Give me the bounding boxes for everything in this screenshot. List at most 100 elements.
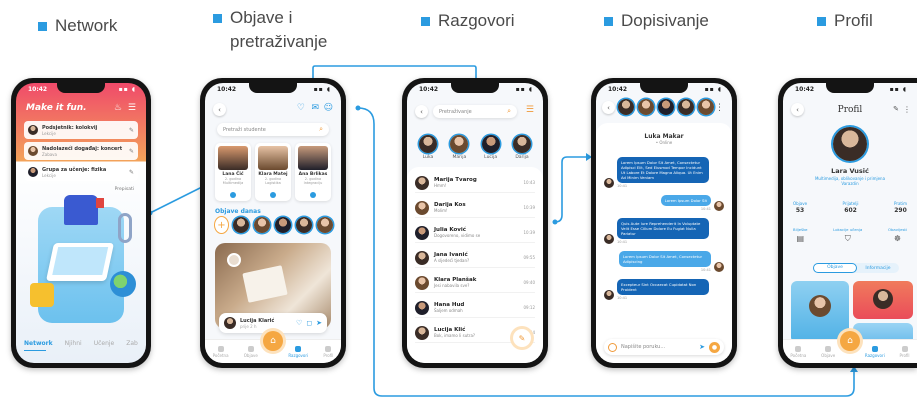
story-avatar[interactable] [317, 217, 333, 233]
bottom-tabs: Network Njihni Učenje Zab [24, 340, 146, 347]
pin-icon[interactable]: ✎ [129, 148, 134, 155]
stat-item[interactable]: Prijatelji 602 [843, 201, 859, 214]
back-button[interactable]: ‹ [415, 105, 428, 118]
nav-item[interactable]: Profil [900, 345, 910, 358]
notification-item[interactable]: Grupa za učenje: fizika Lekcije ✎ [24, 163, 138, 181]
bottom-tab[interactable]: Učenje [94, 340, 115, 347]
chat-row[interactable]: Klara Planšak Jesi nabavila sve? 09:40 [415, 273, 535, 293]
back-button[interactable]: ‹ [602, 101, 615, 114]
nav-item[interactable]: Početna [790, 345, 806, 358]
follow-button[interactable] [310, 192, 316, 198]
outgoing-message[interactable]: Lorem Ipsum Dolor Sit [660, 195, 711, 206]
nav-item[interactable]: Razgovori [865, 345, 885, 358]
follow-button[interactable] [230, 192, 236, 198]
more-link[interactable]: Prepisati [115, 187, 134, 192]
contact-avatar[interactable] [698, 99, 714, 115]
chat-preview: Bok, imamo li sutra? [434, 333, 476, 338]
notch [640, 83, 688, 93]
menu-icon[interactable]: ☰ [526, 105, 534, 115]
label-posts: Objave i pretraživanje [213, 6, 327, 54]
user-icon[interactable]: ☺ [324, 103, 333, 113]
profile-link[interactable]: Obavijesti ☸ [888, 227, 907, 244]
heart-icon[interactable]: ♡ [297, 103, 305, 113]
story-avatar[interactable] [296, 217, 312, 233]
compose-button[interactable]: ✎ [513, 329, 531, 347]
send-icon[interactable]: ➤ [699, 343, 705, 351]
back-button[interactable]: ‹ [213, 103, 226, 116]
top-contact[interactable]: Marija [450, 135, 469, 160]
nav-item[interactable]: Objave [821, 345, 835, 358]
chat-time: 10:39 [523, 230, 535, 235]
chat-row[interactable]: Julia Ković Dogovoreno, vidimo se 10:39 [415, 223, 535, 243]
tab-posts[interactable]: Objave [813, 263, 857, 273]
signal-icon: ▪▪ ◖ [889, 86, 907, 93]
bottom-tab[interactable]: Zab [126, 340, 138, 347]
outgoing-message[interactable]: Lorem Ipsum Dolor Sit Amet, Consectetur … [619, 251, 711, 267]
notification-item[interactable]: Podsjetnik: kolokvij Lekcije ✎ [24, 121, 138, 139]
like-icon[interactable]: ♡ [296, 319, 302, 327]
chat-row[interactable]: Marija Tvarog Hmm! 10:43 [415, 173, 535, 193]
status-time: 10:42 [28, 86, 48, 93]
incoming-message[interactable]: Excepteur Sint Occaecat Cupidatat Non Pr… [617, 279, 709, 295]
profile-link[interactable]: Lokacije učenja ⛉ [833, 227, 862, 244]
student-card[interactable]: Lana Čić 2. godina Multimedija [215, 143, 251, 201]
stat-item[interactable]: Objave 53 [793, 201, 807, 214]
nav-item[interactable]: Razgovori [288, 345, 309, 358]
search-input[interactable]: Pretraživanje ⌕ [433, 105, 517, 118]
signal-icon: ▪▪ ◖ [515, 86, 533, 93]
home-fab-button[interactable]: ⌂ [263, 331, 283, 351]
contact-avatar[interactable] [678, 99, 694, 115]
home-fab-button[interactable]: ⌂ [840, 331, 860, 351]
follow-button[interactable] [270, 192, 276, 198]
profile-avatar[interactable] [833, 127, 867, 161]
story-avatar[interactable] [233, 217, 249, 233]
notch [826, 83, 874, 93]
emoji-icon[interactable] [608, 342, 617, 352]
chat-row[interactable]: Jana Ivanić A sljedeći tjedan? 09:55 [415, 248, 535, 268]
contact-avatar[interactable] [638, 99, 654, 115]
mic-icon[interactable]: ● [709, 341, 720, 353]
add-story-button[interactable]: + [215, 217, 228, 233]
tab-info[interactable]: Informacije [857, 266, 899, 271]
bell-icon[interactable]: ♨ [114, 103, 122, 113]
chat-row[interactable]: Hana Hud Šaljem odmah 09:12 [415, 298, 535, 318]
chat-bubble-icon[interactable]: ✉ [311, 103, 319, 113]
student-card[interactable]: Klara Matej 2. godina Logistika [255, 143, 291, 201]
message-row: Excepteur Sint Occaecat Cupidatat Non Pr… [604, 279, 724, 300]
nav-item[interactable]: Objave [244, 345, 258, 358]
chat-row[interactable]: Darija Kos Molim! 10:39 [415, 198, 535, 218]
stat-item[interactable]: Pratim 290 [894, 201, 907, 214]
pin-icon[interactable]: ✎ [129, 169, 134, 176]
bottom-tab[interactable]: Njihni [65, 340, 82, 347]
incoming-message[interactable]: Quis Aute Iure Reprehenderit In Voluptat… [617, 218, 709, 239]
nav-label: Razgovori [288, 352, 309, 358]
comment-icon[interactable]: ◻ [306, 319, 312, 327]
student-card[interactable]: Ana Brlikas 2. godina Integraciju [295, 143, 331, 201]
bottom-tab[interactable]: Network [24, 340, 53, 347]
notification-item[interactable]: Nadolazeći događaj: koncert Zabava ✎ [24, 142, 138, 160]
story-avatar[interactable] [254, 217, 270, 233]
nav-icon [295, 345, 302, 352]
story-avatar[interactable] [275, 217, 291, 233]
photo-thumbnail[interactable] [853, 281, 913, 319]
nav-item[interactable]: Profil [323, 345, 333, 358]
message-input[interactable]: Napišite poruku... ➤ ● [604, 339, 724, 355]
pin-icon[interactable]: ✎ [129, 127, 134, 134]
share-icon[interactable]: ➤ [316, 319, 322, 327]
contact-avatar[interactable] [658, 99, 674, 115]
contact-avatar[interactable] [618, 99, 634, 115]
more-vert-icon[interactable]: ⋮ [715, 103, 724, 113]
top-contact[interactable]: Luka [419, 135, 437, 160]
top-contact[interactable]: Lucija [481, 135, 500, 160]
search-input[interactable]: Pretraži studente ⌕ [217, 123, 329, 136]
nav-item[interactable]: Početna [213, 345, 229, 358]
top-contact[interactable]: Darija [512, 135, 531, 160]
incoming-message[interactable]: Lorem Ipsum Dolor Sit Amet, Consectetur … [617, 157, 709, 183]
profile-link[interactable]: Bilješke ▤ [793, 227, 807, 244]
more-vert-icon[interactable]: ⋮ [903, 105, 911, 114]
photo-thumbnail[interactable] [791, 281, 849, 343]
connector-dot [355, 105, 361, 111]
author-avatar[interactable] [224, 317, 236, 329]
edit-icon[interactable]: ✎ [893, 105, 899, 113]
menu-icon[interactable]: ☰ [128, 103, 136, 113]
